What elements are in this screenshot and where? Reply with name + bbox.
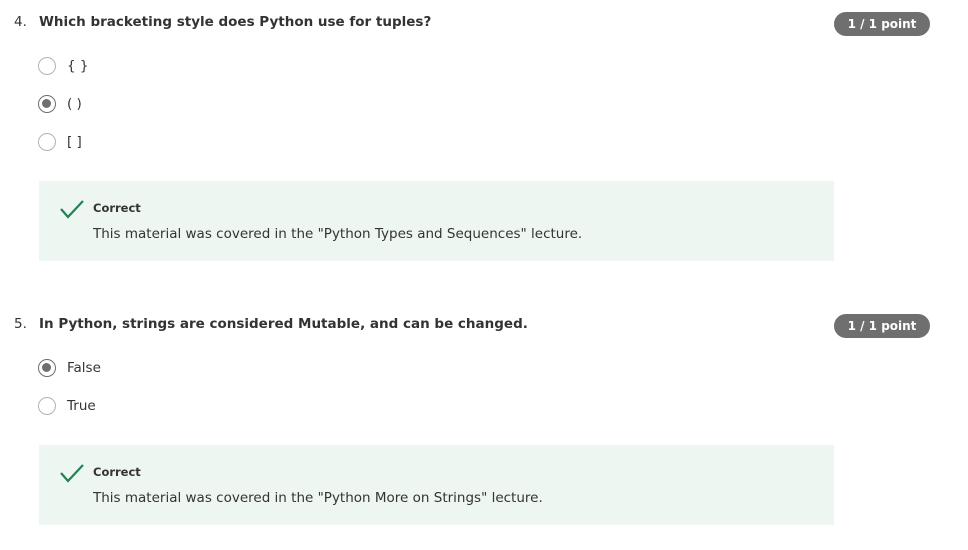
option-curly-braces[interactable]: { }	[38, 56, 88, 76]
option-square-brackets[interactable]: [ ]	[38, 132, 82, 152]
points-badge: 1 / 1 point	[834, 314, 930, 338]
points-badge: 1 / 1 point	[834, 12, 930, 36]
option-label: [ ]	[67, 134, 82, 150]
question-number: 4.	[14, 14, 27, 30]
option-label: True	[67, 398, 96, 414]
option-true[interactable]: True	[38, 396, 96, 416]
radio-button[interactable]	[38, 397, 56, 415]
checkmark-icon	[60, 464, 84, 483]
radio-button-selected[interactable]	[38, 95, 56, 113]
option-label: False	[67, 360, 101, 376]
checkmark-icon	[60, 200, 84, 219]
question-text: Which bracketing style does Python use f…	[39, 14, 432, 30]
feedback-status: Correct	[93, 201, 141, 215]
option-false[interactable]: False	[38, 358, 101, 378]
feedback-panel: Correct This material was covered in the…	[39, 445, 834, 525]
radio-button-selected[interactable]	[38, 359, 56, 377]
feedback-panel: Correct This material was covered in the…	[39, 181, 834, 261]
feedback-message: This material was covered in the "Python…	[93, 226, 583, 242]
question-number: 5.	[14, 316, 27, 332]
radio-button[interactable]	[38, 133, 56, 151]
option-label: { }	[67, 58, 89, 74]
option-label: ( )	[67, 96, 82, 112]
feedback-message: This material was covered in the "Python…	[93, 490, 543, 506]
radio-button[interactable]	[38, 57, 56, 75]
feedback-status: Correct	[93, 465, 141, 479]
question-text: In Python, strings are considered Mutabl…	[39, 316, 528, 332]
option-parentheses[interactable]: ( )	[38, 94, 82, 114]
